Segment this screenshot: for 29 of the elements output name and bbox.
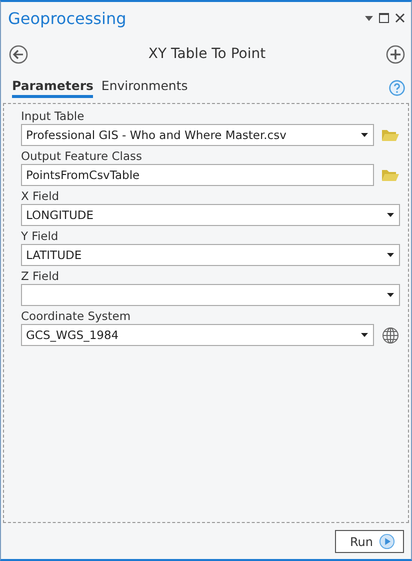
input-field[interactable]: PointsFromCsvTable [21,164,374,186]
dropdown-caret-icon[interactable] [387,213,394,217]
maximize-icon[interactable] [379,13,389,23]
parameter-label: Output Feature Class [21,149,143,163]
tab[interactable]: Environments [101,78,188,98]
dropdown-field[interactable]: LATITUDE [21,244,400,266]
run-button[interactable]: Run [335,530,404,553]
dropdown-field[interactable]: GCS_WGS_1984 [21,324,374,346]
window-title: Geoprocessing [8,8,126,28]
parameter-label: X Field [21,189,60,203]
dropdown-field[interactable]: Professional GIS - Who and Where Master.csv [21,124,374,146]
dropdown-caret-icon[interactable] [365,16,373,20]
dropdown-field[interactable] [21,284,400,306]
globe-icon[interactable] [382,326,398,344]
help-icon[interactable] [389,80,405,96]
play-icon [379,533,395,550]
parameter-label: Y Field [21,229,60,243]
tool-title: XY Table To Point [148,46,266,62]
tab[interactable]: Parameters [12,78,94,98]
close-icon[interactable] [395,13,405,23]
dropdown-caret-icon[interactable] [387,253,394,257]
dropdown-caret-icon[interactable] [387,293,394,297]
parameter-label: Coordinate System [21,309,132,323]
dropdown-caret-icon[interactable] [361,133,368,137]
parameter-label: Input Table [21,109,86,123]
parameter-label: Z Field [21,269,60,283]
dropdown-field[interactable]: LONGITUDE [21,204,400,226]
add-icon[interactable] [386,44,405,64]
dropdown-caret-icon[interactable] [361,333,368,337]
